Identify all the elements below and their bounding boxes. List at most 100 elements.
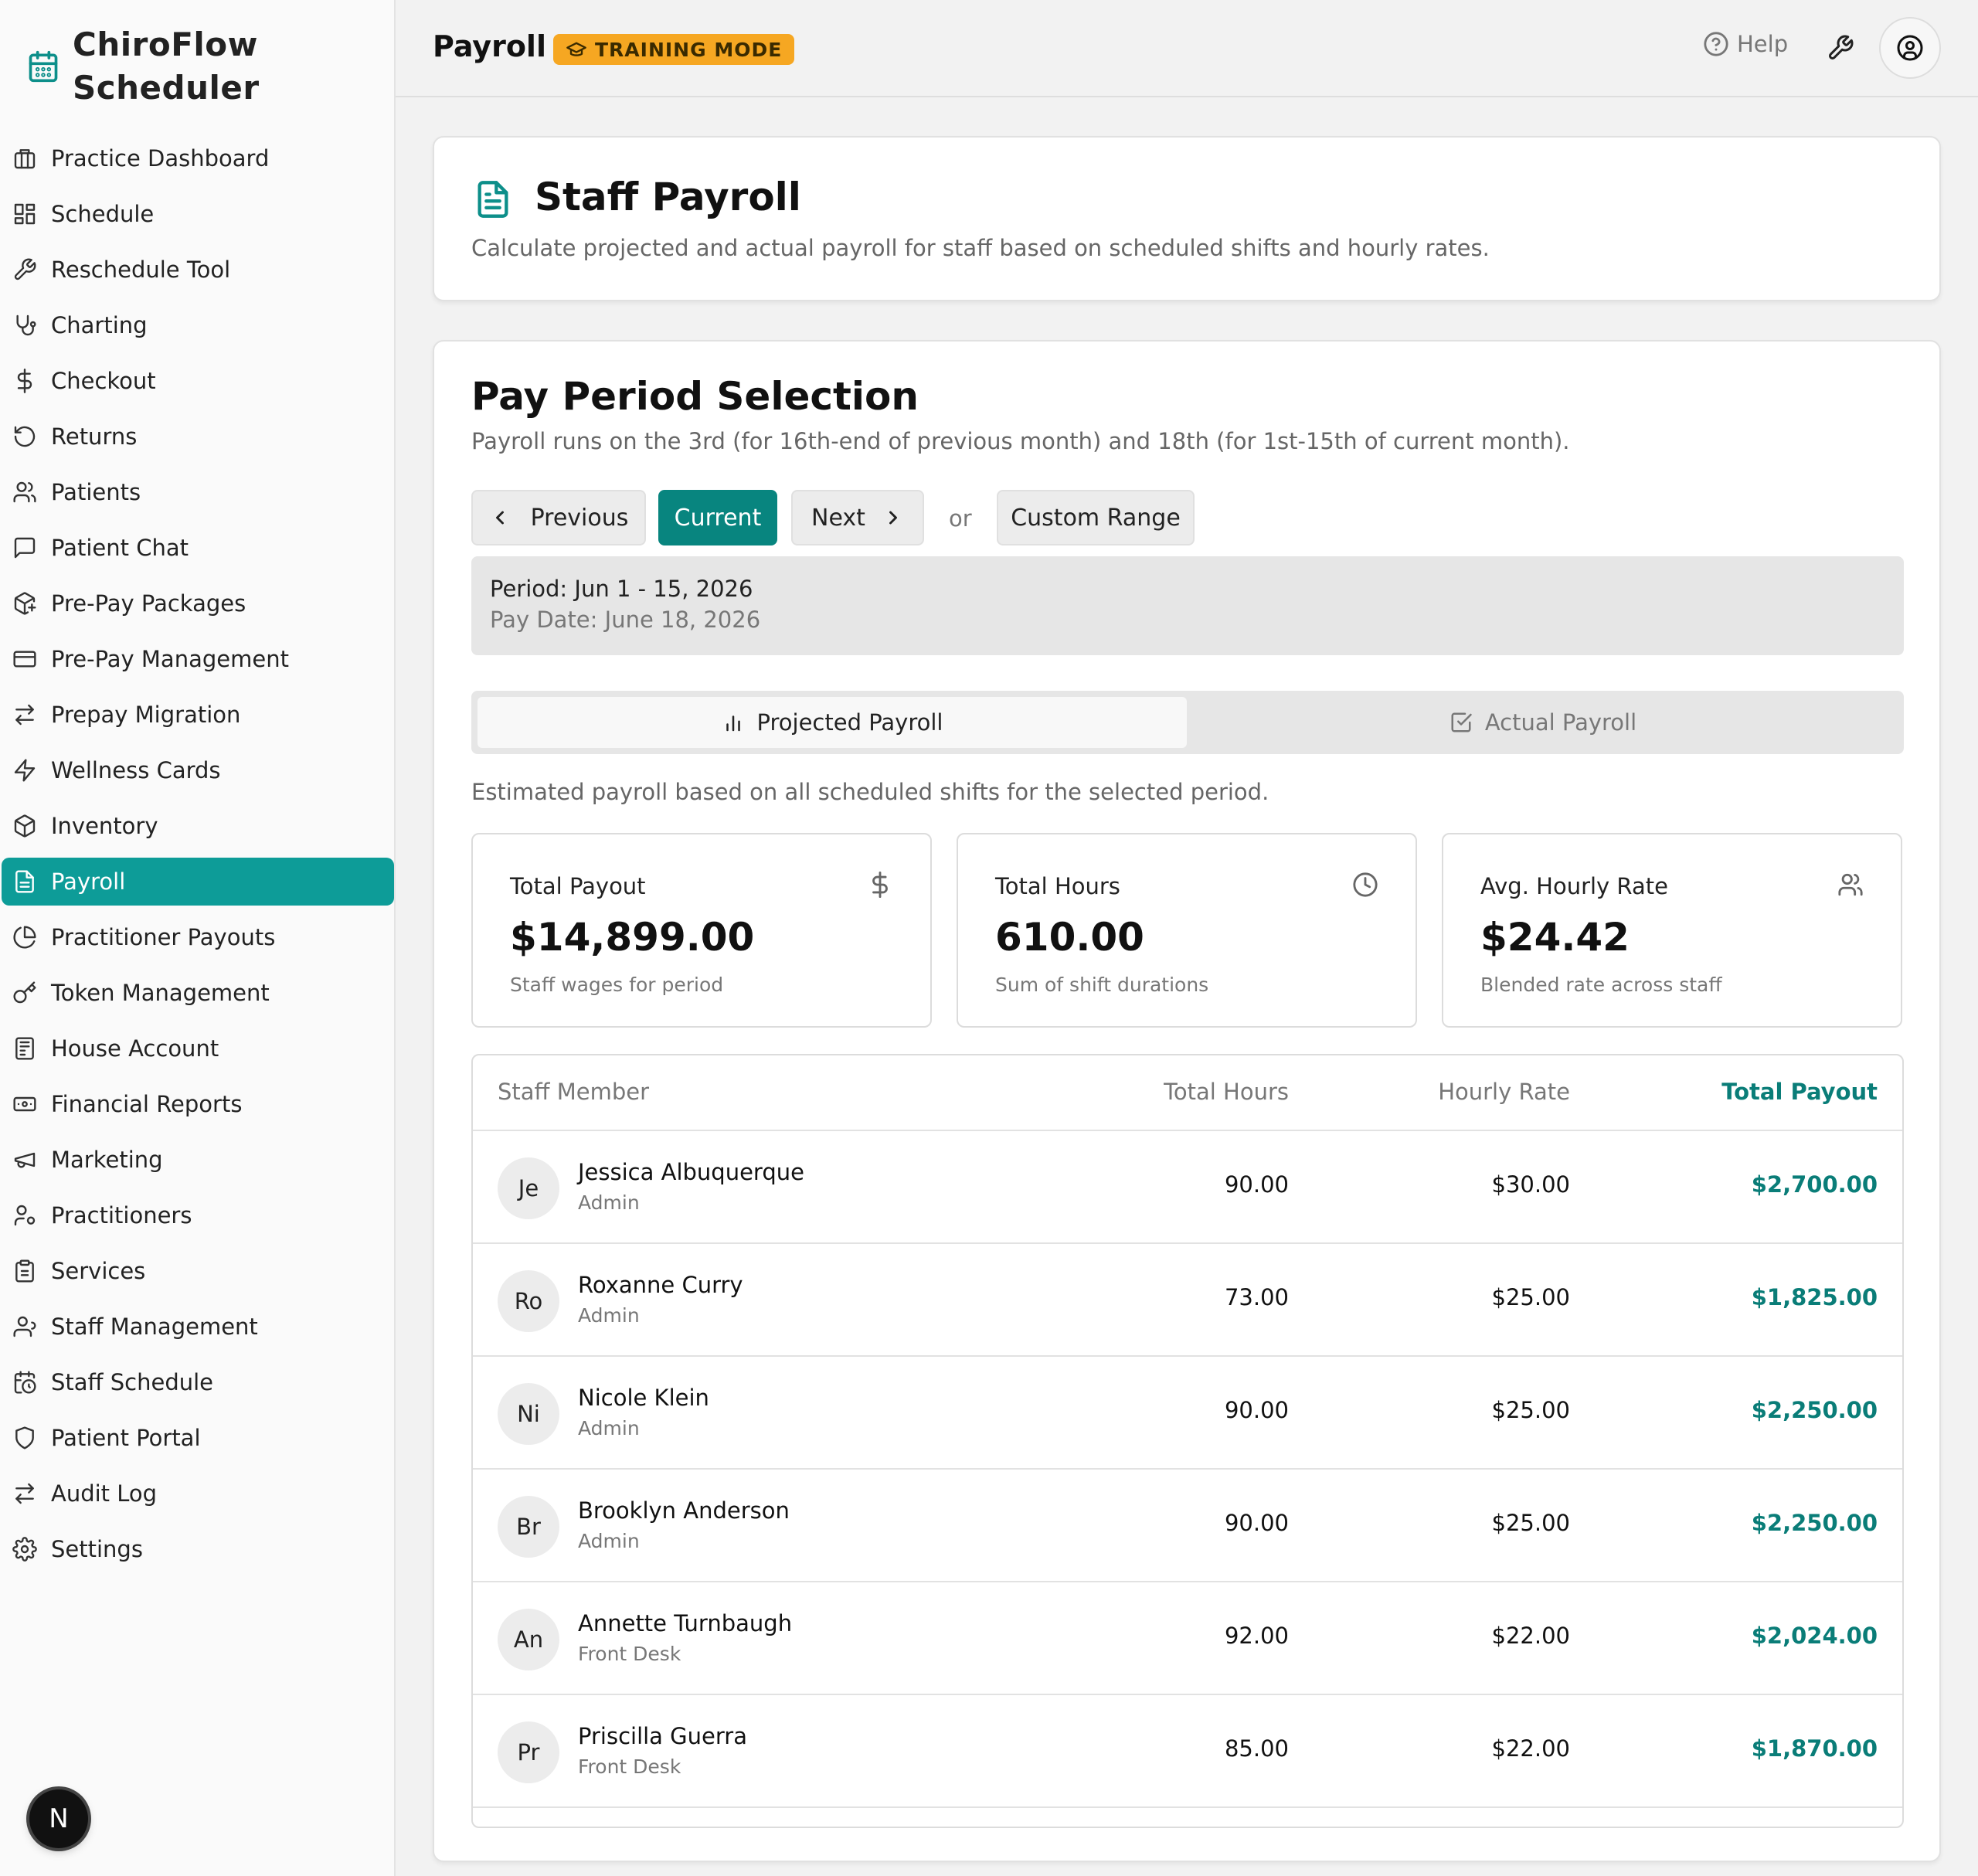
- banknote-icon: [12, 1092, 37, 1116]
- sidebar-item-pre-pay-management[interactable]: Pre-Pay Management: [2, 635, 394, 683]
- stethoscope-icon: [12, 313, 37, 338]
- arrows-swap-icon: [12, 1481, 37, 1506]
- sidebar-item-patient-portal[interactable]: Patient Portal: [2, 1414, 394, 1462]
- sidebar-item-label: Reschedule Tool: [51, 257, 231, 283]
- table-header: Staff Member Total Hours Hourly Rate Tot…: [473, 1055, 1902, 1131]
- hourly-rate-cell: $30.00: [1491, 1171, 1570, 1198]
- sidebar-item-staff-schedule[interactable]: Staff Schedule: [2, 1358, 394, 1406]
- table-row[interactable]: Br Brooklyn Anderson Admin 90.00 $25.00 $2,25…: [473, 1470, 1902, 1582]
- stat-note: Sum of shift durations: [995, 974, 1209, 996]
- custom-range-button[interactable]: Custom Range: [997, 490, 1195, 545]
- sidebar-item-audit-log[interactable]: Audit Log: [2, 1470, 394, 1517]
- or-separator: or: [949, 505, 972, 532]
- estimate-note: Estimated payroll based on all scheduled…: [471, 779, 1269, 805]
- next-period-button[interactable]: Next: [791, 490, 924, 545]
- stat-note: Staff wages for period: [510, 974, 724, 996]
- sidebar-item-charting[interactable]: Charting: [2, 301, 394, 349]
- header-staff-member[interactable]: Staff Member: [498, 1079, 649, 1105]
- sidebar-item-wellness-cards[interactable]: Wellness Cards: [2, 746, 394, 794]
- ledger-icon: [12, 1036, 37, 1061]
- payroll-tabs: Projected Payroll Actual Payroll: [471, 691, 1904, 754]
- stat-avg-hourly-rate: Avg. Hourly Rate $24.42 Blended rate acr…: [1442, 833, 1902, 1028]
- sidebar-item-label: Audit Log: [51, 1480, 158, 1507]
- staff-role: Front Desk: [578, 1643, 681, 1665]
- current-period-button[interactable]: Current: [658, 490, 777, 545]
- document-icon: [12, 869, 37, 894]
- hourly-rate-cell: $22.00: [1491, 1735, 1570, 1762]
- stat-note: Blended rate across staff: [1480, 974, 1722, 996]
- sidebar-item-pre-pay-packages[interactable]: Pre-Pay Packages: [2, 579, 394, 627]
- users-icon: [12, 480, 37, 505]
- user-menu-button[interactable]: [1879, 17, 1941, 79]
- sidebar-item-house-account[interactable]: House Account: [2, 1025, 394, 1072]
- sidebar-item-practitioners[interactable]: Practitioners: [2, 1191, 394, 1239]
- sidebar-item-label: Practitioners: [51, 1202, 192, 1229]
- avatar: Ro: [498, 1270, 559, 1332]
- staff-payroll-header-card: Staff Payroll Calculate projected and ac…: [433, 136, 1941, 301]
- table-row[interactable]: Ro Roxanne Curry Admin 73.00 $25.00 $1,825.00: [473, 1244, 1902, 1357]
- sidebar-item-prepay-migration[interactable]: Prepay Migration: [2, 691, 394, 739]
- sidebar-item-label: Services: [51, 1258, 146, 1284]
- sidebar-item-payroll[interactable]: Payroll: [2, 858, 394, 906]
- header-total-hours[interactable]: Total Hours: [1164, 1079, 1289, 1105]
- staff-payroll-title: Staff Payroll: [535, 175, 801, 219]
- staff-icon: [12, 1314, 37, 1339]
- table-row[interactable]: Ni Nicole Klein Admin 90.00 $25.00 $2,250.00: [473, 1357, 1902, 1470]
- sidebar-item-financial-reports[interactable]: Financial Reports: [2, 1080, 394, 1128]
- app-name-line1: ChiroFlow: [73, 25, 258, 63]
- total-hours-cell: 92.00: [1224, 1623, 1289, 1649]
- staff-name: Brooklyn Anderson: [578, 1497, 790, 1524]
- header-total-payout[interactable]: Total Payout: [1721, 1079, 1878, 1105]
- dollar-icon: [872, 872, 888, 898]
- table-row[interactable]: An Annette Turnbaugh Front Desk 92.00 $22.00…: [473, 1582, 1902, 1695]
- wrench-icon: [12, 257, 37, 282]
- key-icon: [12, 980, 37, 1005]
- tab-actual-payroll[interactable]: Actual Payroll: [1188, 697, 1898, 748]
- sidebar-item-reschedule-tool[interactable]: Reschedule Tool: [2, 246, 394, 294]
- page-title: Payroll: [433, 29, 546, 63]
- sidebar-nav: Practice Dashboard Schedule Reschedule Too…: [0, 134, 396, 1581]
- sidebar-item-services[interactable]: Services: [2, 1247, 394, 1295]
- total-payout-cell: $2,024.00: [1751, 1623, 1878, 1649]
- sidebar-item-schedule[interactable]: Schedule: [2, 190, 394, 238]
- total-payout-cell: $2,700.00: [1751, 1171, 1878, 1198]
- pay-period-card: Pay Period Selection Payroll runs on the…: [433, 340, 1941, 1862]
- help-label: Help: [1737, 31, 1789, 57]
- sidebar-item-staff-management[interactable]: Staff Management: [2, 1303, 394, 1351]
- pay-period-subtitle: Payroll runs on the 3rd (for 16th-end of…: [471, 428, 1570, 454]
- sidebar-item-marketing[interactable]: Marketing: [2, 1136, 394, 1184]
- stat-label: Avg. Hourly Rate: [1480, 873, 1668, 899]
- total-hours-cell: 90.00: [1224, 1510, 1289, 1536]
- brand[interactable]: ChiroFlow Scheduler: [26, 23, 260, 110]
- staff-role: Front Desk: [578, 1755, 681, 1778]
- hourly-rate-cell: $25.00: [1491, 1397, 1570, 1423]
- wrench-icon[interactable]: [1827, 34, 1854, 62]
- table-row[interactable]: Je Jessica Albuquerque Admin 90.00 $30.00 $2,…: [473, 1131, 1902, 1244]
- sidebar-item-patient-chat[interactable]: Patient Chat: [2, 524, 394, 572]
- help-button[interactable]: Help: [1703, 31, 1788, 57]
- pay-date: Pay Date: June 18, 2026: [490, 607, 761, 633]
- sidebar-item-label: Token Management: [51, 980, 270, 1006]
- dev-badge[interactable]: N: [29, 1789, 88, 1848]
- sidebar-item-label: Wellness Cards: [51, 757, 221, 783]
- staff-name: Jessica Albuquerque: [578, 1159, 804, 1185]
- sidebar-item-checkout[interactable]: Checkout: [2, 357, 394, 405]
- sidebar-item-patients[interactable]: Patients: [2, 468, 394, 516]
- sidebar-item-practice-dashboard[interactable]: Practice Dashboard: [2, 134, 394, 182]
- tab-projected-payroll[interactable]: Projected Payroll: [478, 697, 1187, 748]
- sidebar-item-settings[interactable]: Settings: [2, 1525, 394, 1573]
- sidebar-item-inventory[interactable]: Inventory: [2, 802, 394, 850]
- staff-role: Admin: [578, 1304, 640, 1327]
- sidebar-item-practitioner-payouts[interactable]: Practitioner Payouts: [2, 913, 394, 961]
- previous-period-button[interactable]: Previous: [471, 490, 646, 545]
- table-row[interactable]: Pr Priscilla Guerra Front Desk 85.00 $22.00 $…: [473, 1695, 1902, 1808]
- header-hourly-rate[interactable]: Hourly Rate: [1438, 1079, 1570, 1105]
- users-icon: [1838, 873, 1863, 896]
- staff-role: Admin: [578, 1530, 640, 1552]
- sidebar-item-returns[interactable]: Returns: [2, 413, 394, 461]
- total-payout-cell: $1,870.00: [1751, 1735, 1878, 1762]
- sidebar-item-token-management[interactable]: Token Management: [2, 969, 394, 1017]
- sidebar-item-label: Patients: [51, 479, 141, 505]
- building-icon: [12, 146, 37, 171]
- clock-icon: [1353, 872, 1378, 897]
